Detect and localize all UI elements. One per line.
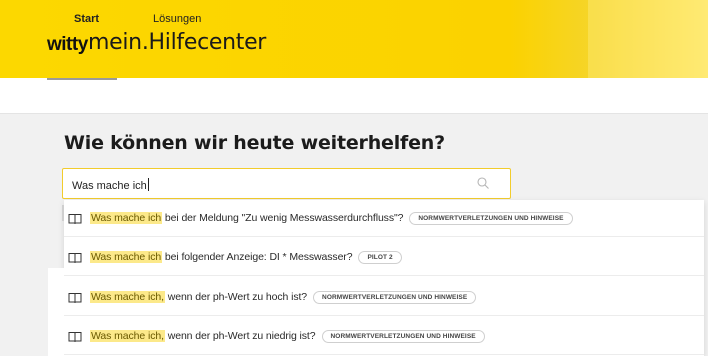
category-badge: NORMWERTVERLETZUNGEN UND HINWEISE <box>321 330 485 343</box>
suggestion-item[interactable]: Was mache ich bei folgender Anzeige: DI … <box>64 239 704 276</box>
search-input[interactable]: Was mache ich <box>62 168 511 199</box>
page-headline: Wie können wir heute weiterhelfen? <box>64 132 445 154</box>
suggestion-text: Was mache ich, wenn der ph-Wert zu hoch … <box>90 291 477 304</box>
text-caret <box>147 178 149 191</box>
background-card <box>48 268 64 356</box>
category-badge: NORMWERTVERLETZUNGEN UND HINWEISE <box>313 291 477 304</box>
suggestion-text: Was mache ich bei der Meldung "Zu wenig … <box>90 212 573 225</box>
header-accent <box>588 0 708 78</box>
main-nav <box>0 78 708 114</box>
book-icon <box>68 293 82 303</box>
match-highlight: Was mache ich, <box>90 330 165 342</box>
tab-start[interactable]: Start <box>74 13 99 25</box>
witty-logo[interactable]: witty <box>47 34 88 56</box>
search-suggestions: Was mache ich bei der Meldung "Zu wenig … <box>64 200 704 356</box>
suggestion-item[interactable]: Was mache ich bei der Meldung "Zu wenig … <box>64 200 704 237</box>
match-highlight: Was mache ich <box>90 212 163 224</box>
search-value[interactable]: Was mache ich <box>72 178 149 192</box>
suggestion-text: Was mache ich, wenn der ph-Wert zu niedr… <box>90 330 485 343</box>
category-badge: PILOT 2 <box>358 251 402 264</box>
tab-loesungen[interactable]: Lösungen <box>153 13 201 25</box>
match-highlight: Was mache ich, <box>90 291 165 303</box>
suggestion-item[interactable]: Was mache ich, wenn der ph-Wert zu niedr… <box>64 318 704 355</box>
obscured-element-edge <box>62 205 64 221</box>
app-title: mein.Hilfecenter <box>88 30 267 55</box>
active-tab-indicator <box>47 78 117 80</box>
match-highlight: Was mache ich <box>90 251 163 263</box>
book-icon <box>68 332 82 342</box>
suggestion-item[interactable]: Was mache ich, wenn der ph-Wert zu hoch … <box>64 279 704 316</box>
book-icon <box>68 214 82 224</box>
search-icon[interactable] <box>476 176 490 190</box>
suggestion-text: Was mache ich bei folgender Anzeige: DI … <box>90 251 402 264</box>
book-icon <box>68 253 82 263</box>
category-badge: NORMWERTVERLETZUNGEN UND HINWEISE <box>409 212 573 225</box>
app-header: witty mein.Hilfecenter <box>0 0 708 78</box>
